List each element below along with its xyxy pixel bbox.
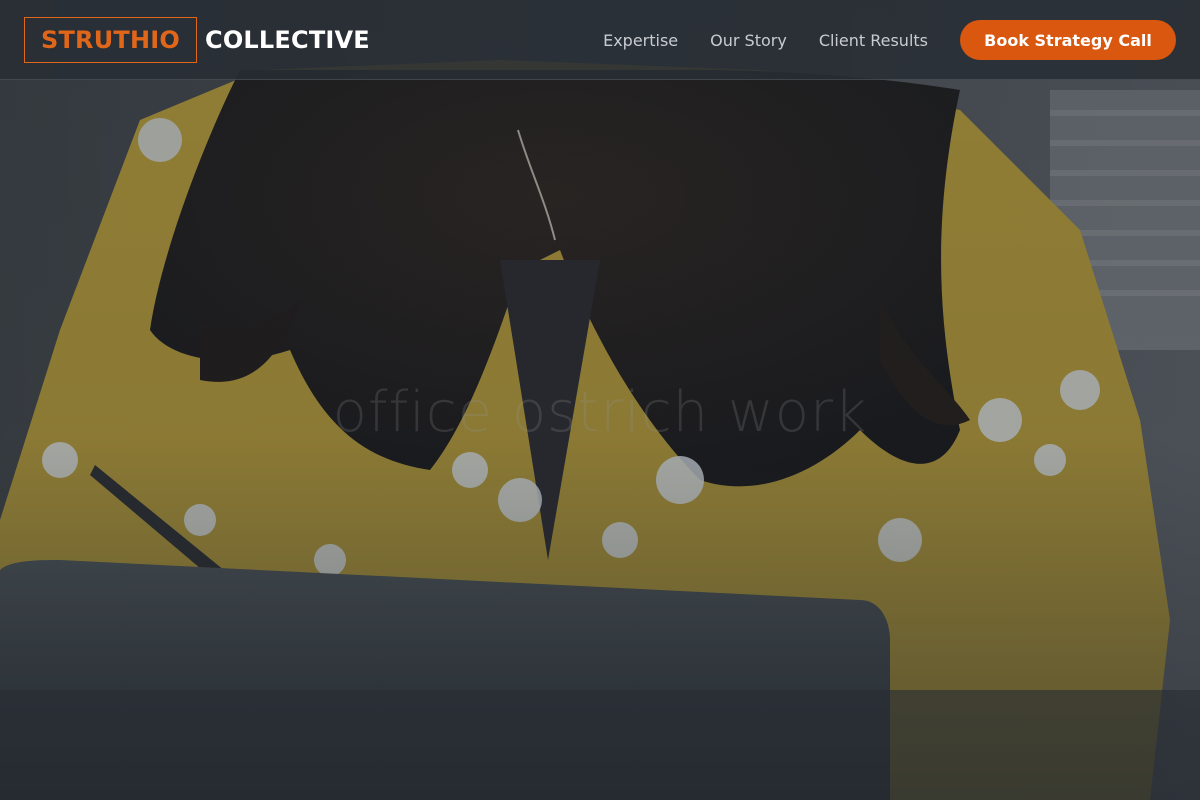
landing-page: office ostrich work STRUTHIO COLLECTIVE … [0, 0, 1200, 800]
top-navbar: STRUTHIO COLLECTIVE Expertise Our Story … [0, 0, 1200, 80]
brand-logo[interactable]: STRUTHIO COLLECTIVE [24, 17, 370, 63]
nav-link-client-results[interactable]: Client Results [819, 31, 928, 50]
nav-link-expertise[interactable]: Expertise [603, 31, 678, 50]
nav-link-our-story[interactable]: Our Story [710, 31, 787, 50]
book-strategy-call-button[interactable]: Book Strategy Call [960, 20, 1176, 60]
nav-links: Expertise Our Story Client Results [571, 0, 928, 80]
logo-name-part1: STRUTHIO [24, 17, 198, 63]
hero-image-alt-text: office ostrich work [332, 380, 868, 445]
logo-name-part2: COLLECTIVE [205, 26, 370, 54]
